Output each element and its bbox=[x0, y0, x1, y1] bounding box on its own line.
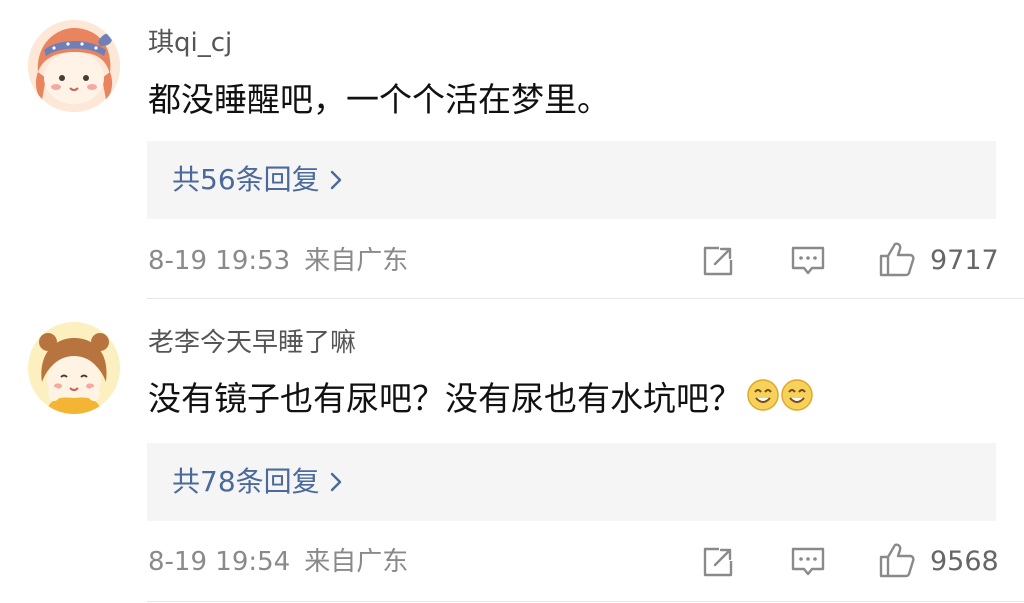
username[interactable]: 老李今天早睡了嘛 bbox=[148, 326, 356, 360]
share-icon[interactable] bbox=[701, 545, 735, 583]
comment-icon[interactable] bbox=[790, 545, 826, 583]
view-replies-link[interactable]: 共78条回复 bbox=[172, 443, 342, 521]
avatar[interactable] bbox=[28, 322, 120, 414]
replies-box: 共78条回复 bbox=[147, 443, 996, 521]
cartoon-girl-buns-avatar bbox=[28, 322, 120, 414]
replies-count-label: 共78条回复 bbox=[172, 465, 320, 498]
comment-item: 老李今天早睡了嘛 没有镜子也有尿吧？没有尿也有水坑吧？ 共78条回复 8-19 … bbox=[0, 0, 1024, 603]
smile-face-emoji bbox=[780, 378, 814, 423]
smile-face-emoji bbox=[746, 378, 780, 423]
divider bbox=[147, 601, 1024, 602]
comment-source: 来自广东 bbox=[304, 547, 409, 577]
thumbs-up-icon[interactable] bbox=[878, 541, 916, 583]
comment-meta: 8-19 19:54 来自广东 bbox=[148, 545, 408, 579]
comment-text: 没有镜子也有尿吧？没有尿也有水坑吧？ bbox=[148, 377, 814, 423]
chevron-right-icon bbox=[330, 444, 342, 522]
comment-text-body: 没有镜子也有尿吧？没有尿也有水坑吧？ bbox=[148, 379, 742, 418]
like-count: 9568 bbox=[930, 546, 999, 577]
comment-time: 8-19 19:54 bbox=[148, 547, 291, 577]
